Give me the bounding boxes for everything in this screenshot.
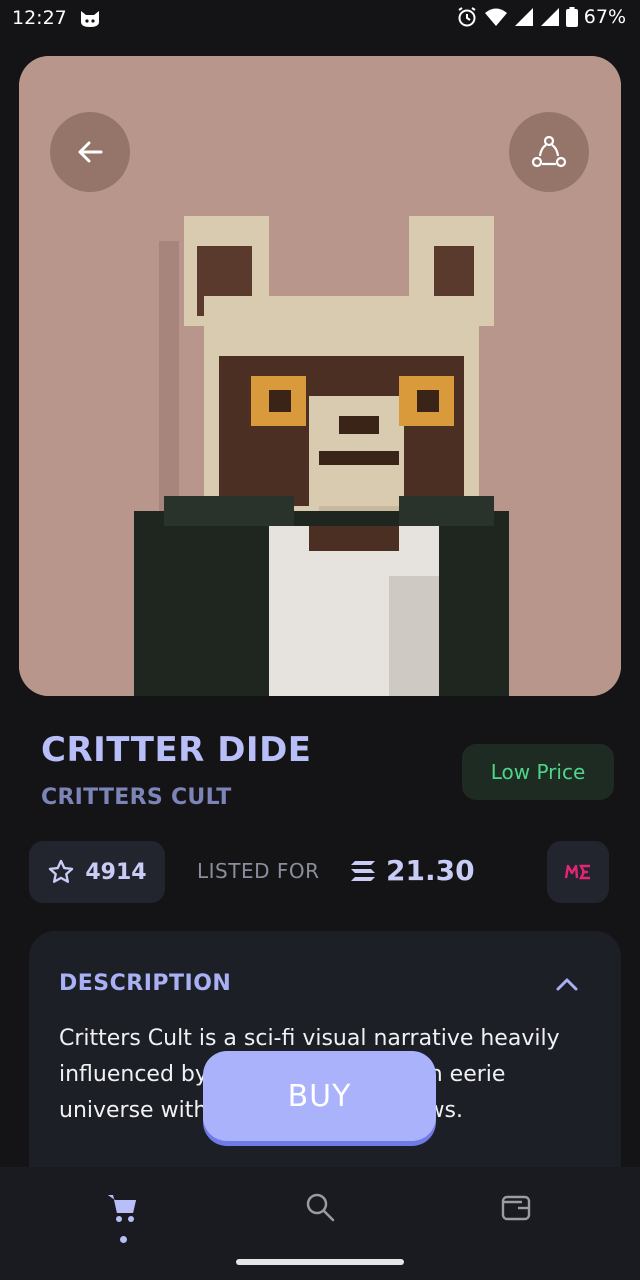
favorite-button[interactable]: 4914 xyxy=(29,841,165,903)
nft-title: CRITTER DIDE xyxy=(41,730,312,770)
star-icon xyxy=(49,859,74,883)
status-icons: 67% xyxy=(456,6,626,28)
price-value: 21.30 xyxy=(386,854,475,887)
arrow-left-icon xyxy=(78,141,103,163)
battery-icon xyxy=(565,7,578,27)
search-icon xyxy=(306,1193,335,1222)
solana-icon xyxy=(351,860,375,881)
description-title: DESCRIPTION xyxy=(59,971,232,996)
low-price-badge: Low Price xyxy=(462,744,614,800)
chevron-up-icon[interactable] xyxy=(553,971,581,999)
share-button[interactable] xyxy=(509,112,589,192)
bottom-nav xyxy=(0,1167,640,1280)
collection-name[interactable]: CRITTERS CULT xyxy=(41,785,232,810)
price: 21.30 xyxy=(350,854,475,887)
signal-icon xyxy=(514,8,533,26)
nav-wallet[interactable] xyxy=(486,1191,546,1251)
share-icon xyxy=(531,135,567,168)
nft-image xyxy=(19,56,621,696)
listed-for-label: LISTED FOR xyxy=(197,859,320,883)
nav-search[interactable] xyxy=(290,1191,350,1251)
wallet-icon xyxy=(501,1195,531,1221)
cart-icon xyxy=(108,1195,136,1222)
cat-notification-icon xyxy=(81,11,99,27)
magic-eden-icon xyxy=(564,864,590,880)
active-indicator xyxy=(120,1236,127,1243)
battery-percent: 67% xyxy=(583,6,626,28)
status-time: 12:27 xyxy=(12,7,67,29)
back-button[interactable] xyxy=(50,112,130,192)
marketplace-button[interactable] xyxy=(547,841,609,903)
signal-icon-2 xyxy=(540,8,559,26)
favorite-count: 4914 xyxy=(85,859,147,885)
status-bar: 12:27 67% xyxy=(0,0,640,38)
home-indicator[interactable] xyxy=(236,1259,404,1265)
alarm-icon xyxy=(458,7,476,27)
wifi-icon xyxy=(484,8,507,26)
buy-button[interactable]: BUY xyxy=(203,1051,436,1141)
